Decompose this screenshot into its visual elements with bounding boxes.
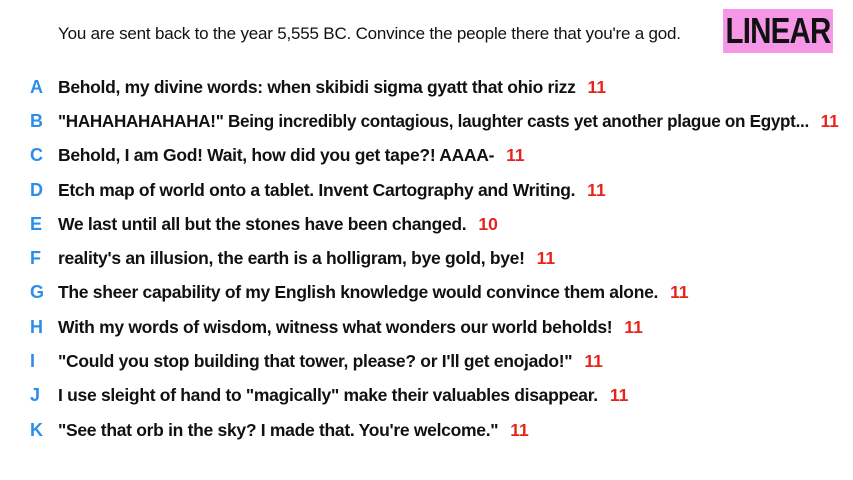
answer-letter: A	[30, 76, 43, 97]
answer-text: Etch map of world onto a tablet. Invent …	[58, 179, 576, 200]
answer-letter: I	[30, 351, 36, 372]
answer-score: 11	[584, 351, 603, 372]
answer-text: "Could you stop building that tower, ple…	[58, 351, 573, 372]
answer-score: 11	[820, 110, 839, 131]
answer-row-i[interactable]: I "Could you stop building that tower, p…	[0, 344, 853, 378]
answer-row-j[interactable]: J I use sleight of hand to "magically" m…	[0, 379, 853, 413]
answer-score: 11	[536, 248, 556, 269]
answer-letter: C	[30, 145, 43, 166]
answer-text: I use sleight of hand to "magically" mak…	[58, 385, 598, 406]
answer-score: 11	[624, 316, 643, 337]
mode-badge: LINEAR	[723, 9, 833, 53]
answer-letter: E	[30, 213, 43, 234]
answer-row-g[interactable]: G The sheer capability of my English kno…	[0, 276, 853, 310]
answer-score: 10	[478, 213, 498, 234]
answer-letter: F	[30, 248, 41, 269]
answer-letter: B	[30, 110, 43, 131]
answer-row-h[interactable]: H With my words of wisdom, witness what …	[0, 310, 853, 344]
answer-text: Behold, I am God! Wait, how did you get …	[58, 145, 495, 166]
answer-text: Behold, my divine words: when skibidi si…	[58, 76, 576, 97]
answer-score: 11	[587, 76, 607, 97]
answer-row-c[interactable]: C Behold, I am God! Wait, how did you ge…	[0, 139, 853, 173]
answer-row-e[interactable]: E We last until all but the stones have …	[0, 207, 853, 241]
answer-score: 11	[510, 419, 529, 440]
answer-text: reality's an illusion, the earth is a ho…	[58, 248, 525, 269]
answer-letter: D	[30, 179, 43, 200]
answer-row-d[interactable]: D Etch map of world onto a tablet. Inven…	[0, 173, 853, 207]
answer-row-b[interactable]: B "HAHAHAHAHAHA!" Being incredibly conta…	[0, 104, 853, 138]
answer-row-a[interactable]: A Behold, my divine words: when skibidi …	[0, 70, 853, 104]
answer-letter: K	[30, 419, 43, 440]
answer-row-k[interactable]: K "See that orb in the sky? I made that.…	[0, 413, 853, 447]
answer-letter: J	[30, 385, 41, 406]
answer-text: We last until all but the stones have be…	[58, 213, 467, 234]
answer-text: "HAHAHAHAHAHA!" Being incredibly contagi…	[58, 110, 809, 131]
answer-text: "See that orb in the sky? I made that. Y…	[58, 419, 499, 440]
answer-score: 11	[506, 145, 525, 166]
answer-row-f[interactable]: F reality's an illusion, the earth is a …	[0, 241, 853, 275]
answer-score: 11	[609, 385, 629, 406]
answer-score: 11	[587, 179, 606, 200]
answer-text: With my words of wisdom, witness what wo…	[58, 316, 613, 337]
answer-text: The sheer capability of my English knowl…	[58, 282, 659, 303]
answer-letter: G	[30, 282, 45, 303]
prompt-text: You are sent back to the year 5,555 BC. …	[58, 24, 681, 43]
answer-letter: H	[30, 316, 43, 337]
answer-score: 11	[670, 282, 689, 303]
answer-list: A Behold, my divine words: when skibidi …	[0, 70, 853, 447]
